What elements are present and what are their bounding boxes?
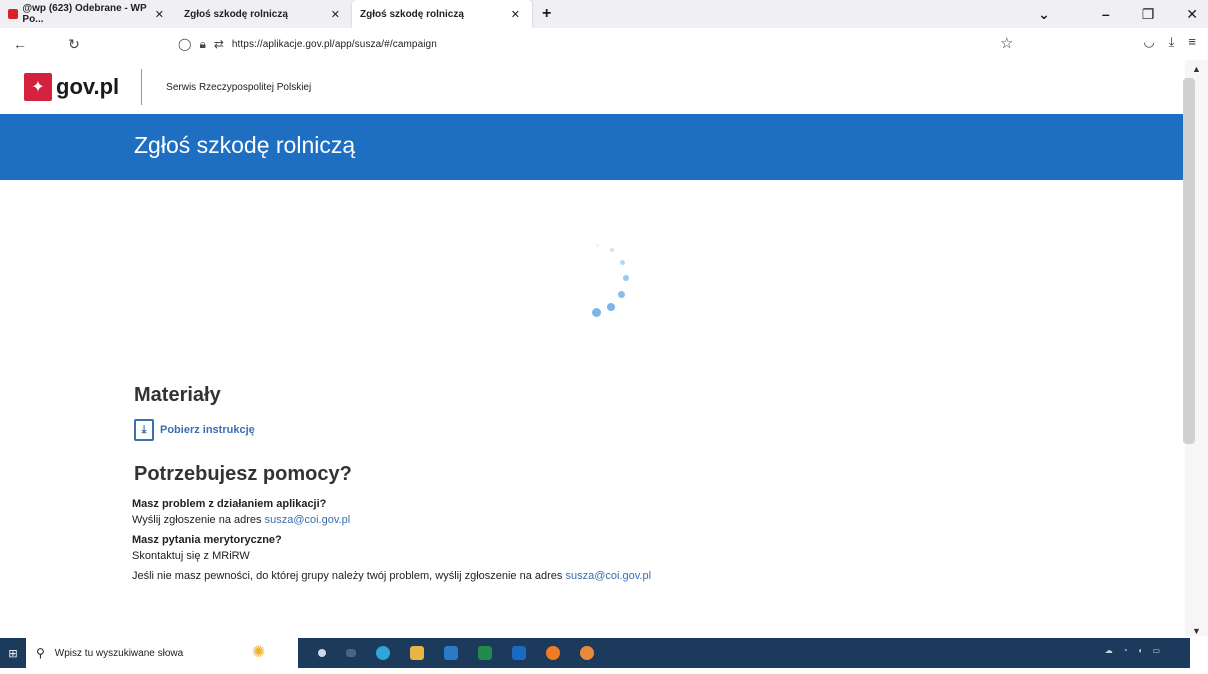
file-explorer-icon[interactable] <box>346 649 356 657</box>
tab-zglos-active[interactable]: Zgłoś szkodę rolniczą ✕ <box>352 0 532 28</box>
lock-icon[interactable]: 🔒︎ <box>199 37 205 52</box>
window-controls: ⌄ – ❐ ✕ <box>1038 0 1198 28</box>
list-all-tabs-chevron-icon[interactable]: ⌄ <box>1038 6 1050 23</box>
notification-icon[interactable]: ▭ <box>1152 646 1160 655</box>
weather-icon[interactable]: ☁ <box>1105 646 1113 655</box>
minimize-icon[interactable]: – <box>1102 6 1110 22</box>
new-tab-button[interactable]: + <box>532 5 561 23</box>
pocket-icon[interactable]: ◡ <box>1143 34 1154 50</box>
wp-favicon-icon <box>8 9 19 19</box>
back-arrow-icon[interactable]: ← <box>4 36 36 52</box>
app-problem-question: Masz problem z działaniem aplikacji? <box>132 498 327 510</box>
header-divider <box>141 69 143 105</box>
outlook-icon[interactable] <box>512 646 526 660</box>
reload-icon[interactable]: ↻ <box>58 36 90 53</box>
edge-icon[interactable] <box>376 646 390 660</box>
permissions-icon[interactable]: ⇄ <box>214 37 224 51</box>
materials-heading: Materiały <box>134 384 221 406</box>
substantive-answer: Skontaktuj się z MRiRW <box>132 550 250 562</box>
volume-icon[interactable]: ◖ <box>1138 646 1143 655</box>
uncertain-note-text: Jeśli nie masz pewności, do której grupy… <box>132 570 566 582</box>
spinner-dot <box>607 303 615 311</box>
tab-wp-mail[interactable]: @wp (623) Odebrane - WP Po... ✕ <box>0 0 176 28</box>
mail-icon[interactable] <box>444 646 458 660</box>
app-problem-answer-text: Wyślij zgłoszenie na adres <box>132 514 265 526</box>
download-instruction-link[interactable]: Pobierz instrukcję <box>160 424 255 436</box>
page-title: Zgłoś szkodę rolniczą <box>134 132 356 158</box>
spinner-dot <box>596 244 599 247</box>
service-name: Serwis Rzeczypospolitej Polskiej <box>166 81 312 93</box>
url-text[interactable]: https://aplikacje.gov.pl/app/susza/#/cam… <box>232 39 437 50</box>
search-icon: ⚲ <box>36 646 45 660</box>
network-icon[interactable]: ◔ <box>1123 646 1128 655</box>
download-instruction-row[interactable]: ⤓ Pobierz instrukcję <box>134 419 1032 441</box>
taskbar-search-placeholder[interactable]: Wpisz tu wyszukiwane słowa <box>55 648 183 659</box>
scrollbar-thumb[interactable] <box>1183 78 1195 444</box>
tab-label: Zgłoś szkodę rolniczą <box>184 8 288 20</box>
taskbar-apps: ☁ ◔ ◖ ▭ <box>298 638 1190 668</box>
excel-icon[interactable] <box>478 646 492 660</box>
main-content: Materiały ⤓ Pobierz instrukcję Potrzebuj… <box>132 384 1032 582</box>
gov-logo[interactable]: ✦ gov.pl <box>24 73 119 101</box>
document-download-icon[interactable]: ⤓ <box>134 419 154 441</box>
gov-logo-text: gov.pl <box>56 74 120 99</box>
toolbar-right: ◡ ⤓ ≡ <box>1143 34 1196 50</box>
tracking-shield-icon[interactable]: ◯ <box>178 37 191 51</box>
folder-icon[interactable] <box>410 646 424 660</box>
spinner-dot <box>618 291 625 298</box>
scroll-up-icon[interactable]: ▲ <box>1185 64 1208 74</box>
scroll-down-icon[interactable]: ▼ <box>1185 626 1208 636</box>
page-banner: Zgłoś szkodę rolniczą <box>0 114 1185 180</box>
app-problem-answer: Wyślij zgłoszenie na adres susza@coi.gov… <box>132 514 1032 526</box>
system-tray: ☁ ◔ ◖ ▭ <box>1105 646 1160 655</box>
navigation-bar: ← ↻ ◯ 🔒︎ ⇄ https://aplikacje.gov.pl/app/… <box>0 28 1208 60</box>
menu-icon[interactable]: ≡ <box>1188 34 1196 50</box>
loading-spinner <box>560 240 650 330</box>
url-bar[interactable]: ◯ 🔒︎ ⇄ https://aplikacje.gov.pl/app/susz… <box>178 37 437 52</box>
tab-zglos-1[interactable]: Zgłoś szkodę rolniczą ✕ <box>176 0 352 28</box>
start-button[interactable]: ⊞ <box>0 638 26 668</box>
spinner-dot <box>592 308 601 317</box>
cortana-icon[interactable]: ✺ <box>252 642 265 662</box>
maximize-icon[interactable]: ❐ <box>1142 6 1155 23</box>
tab-label: @wp (623) Odebrane - WP Po... <box>22 3 147 25</box>
screen: @wp (623) Odebrane - WP Po... ✕ Zgłoś sz… <box>0 0 1208 674</box>
site-header: ✦ gov.pl Serwis Rzeczypospolitej Polskie… <box>0 60 1185 114</box>
support-email-link[interactable]: susza@coi.gov.pl <box>265 514 351 526</box>
spinner-dot <box>623 275 629 281</box>
spinner-dot <box>620 260 625 265</box>
bookmark-star-icon[interactable]: ☆ <box>1000 34 1013 52</box>
uncertain-note: Jeśli nie masz pewności, do której grupy… <box>132 570 1032 582</box>
download-icon[interactable]: ⤓ <box>1169 34 1175 50</box>
tab-close-icon[interactable]: ✕ <box>327 8 344 21</box>
tab-close-icon[interactable]: ✕ <box>507 8 524 21</box>
eagle-emblem-icon: ✦ <box>24 73 52 101</box>
close-window-icon[interactable]: ✕ <box>1186 6 1198 23</box>
spinner-dot <box>610 248 614 252</box>
tab-label: Zgłoś szkodę rolniczą <box>360 8 464 20</box>
app-icon[interactable] <box>580 646 594 660</box>
task-view-icon[interactable] <box>318 649 326 657</box>
windows-taskbar: ⊞ ⚲ Wpisz tu wyszukiwane słowa ✺ ☁ ◔ ◖ ▭ <box>0 636 1208 674</box>
note-email-link[interactable]: susza@coi.gov.pl <box>565 570 651 582</box>
firefox-icon[interactable] <box>546 646 560 660</box>
tab-close-icon[interactable]: ✕ <box>151 8 168 21</box>
help-heading: Potrzebujesz pomocy? <box>134 463 352 485</box>
tab-strip: @wp (623) Odebrane - WP Po... ✕ Zgłoś sz… <box>0 0 1208 28</box>
substantive-question: Masz pytania merytoryczne? <box>132 534 282 546</box>
